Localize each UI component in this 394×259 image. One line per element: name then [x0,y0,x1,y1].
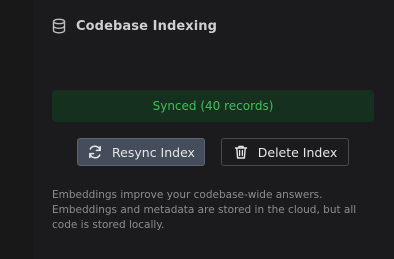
left-panel-strip [0,0,34,259]
delete-index-button[interactable]: Delete Index [221,138,349,166]
refresh-icon [87,144,103,160]
trash-icon [233,144,249,160]
delete-index-label: Delete Index [257,144,338,160]
sync-status-text: Synced (40 records) [152,99,274,113]
embeddings-description: Embeddings improve your codebase-wide an… [52,189,357,231]
resync-index-button[interactable]: Resync Index [77,138,205,166]
section-header: Codebase Indexing [52,17,217,35]
section-title: Codebase Indexing [76,18,218,34]
sync-status-banner: Synced (40 records) [52,90,374,122]
resync-index-label: Resync Index [112,144,195,160]
database-icon [52,18,66,34]
